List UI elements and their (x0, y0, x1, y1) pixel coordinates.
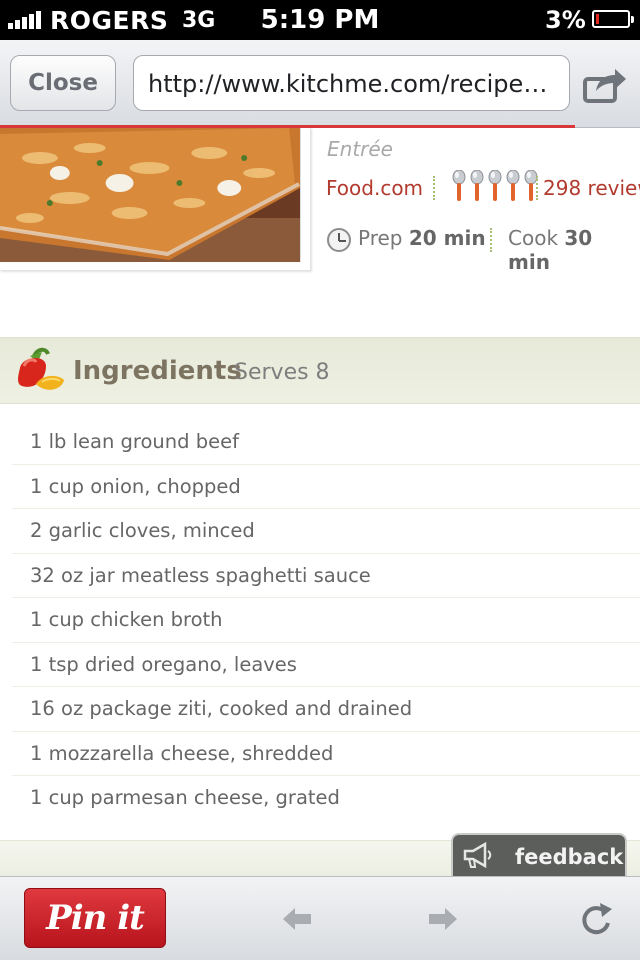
separator (490, 228, 492, 252)
prep-value: 20 min (408, 226, 486, 250)
ingredient-item: 2 garlic cloves, minced (12, 509, 640, 554)
ingredient-item: 1 tsp dried oregano, leaves (12, 643, 640, 687)
spoon-icon (506, 170, 520, 201)
prep-label: Prep (358, 226, 403, 250)
feedback-button[interactable]: feedback (451, 833, 627, 876)
spoon-icon (470, 170, 484, 201)
cook-time: Cook 30 min (508, 226, 640, 274)
recipe-photo[interactable] (0, 128, 301, 262)
separator (536, 176, 538, 200)
feedback-label: feedback (515, 845, 624, 869)
status-bar: ROGERS 3G 5:19 PM 3% (0, 0, 640, 40)
spoon-icon (452, 170, 466, 201)
pepper-icon (18, 347, 64, 390)
browser-toolbar: Close http://www.kitchme.com/recipes/… (0, 40, 640, 128)
bottom-toolbar: Pin it (0, 876, 640, 960)
ingredient-item: 1 mozzarella cheese, shredded (12, 732, 640, 776)
reviews-link[interactable]: 298 reviews (543, 176, 640, 200)
separator (433, 176, 435, 200)
reload-icon[interactable] (578, 899, 614, 937)
arrow-left-icon[interactable] (279, 903, 315, 935)
spoon-rating (452, 170, 538, 202)
ingredients-title: Ingredients (73, 356, 242, 386)
battery-icon (592, 10, 634, 28)
ingredient-item: 1 cup parmesan cheese, grated (30, 786, 340, 809)
spoon-icon (488, 170, 502, 201)
url-field[interactable]: http://www.kitchme.com/recipes/… (133, 55, 570, 111)
status-time: 5:19 PM (260, 5, 380, 35)
ingredients-header: Ingredients Serves 8 (0, 337, 640, 404)
servings: Serves 8 (234, 360, 330, 385)
ingredient-item: 1 cup chicken broth (12, 598, 640, 643)
pin-it-button[interactable]: Pin it (24, 888, 166, 948)
ingredient-item: 1 cup onion, chopped (12, 465, 640, 509)
share-icon[interactable] (582, 65, 628, 105)
recipe-source-link[interactable]: Food.com (326, 176, 423, 200)
megaphone-icon (463, 841, 492, 869)
ingredients-list: 1 lb lean ground beef 1 cup onion, choppe… (12, 420, 640, 821)
ingredient-item: 32 oz jar meatless spaghetti sauce (12, 554, 640, 598)
cook-label: Cook (508, 226, 559, 250)
prep-time: Prep 20 min (358, 226, 486, 250)
ingredient-item: 16 oz package ziti, cooked and drained (12, 687, 640, 732)
arrow-right-icon[interactable] (425, 903, 461, 935)
recipe-category: Entrée (327, 137, 393, 161)
battery-percentage: 3% (545, 6, 586, 34)
ingredient-item: 1 lb lean ground beef (12, 420, 640, 465)
battery-level-fill (596, 14, 599, 24)
close-button[interactable]: Close (10, 55, 116, 111)
clock-icon (327, 228, 351, 252)
